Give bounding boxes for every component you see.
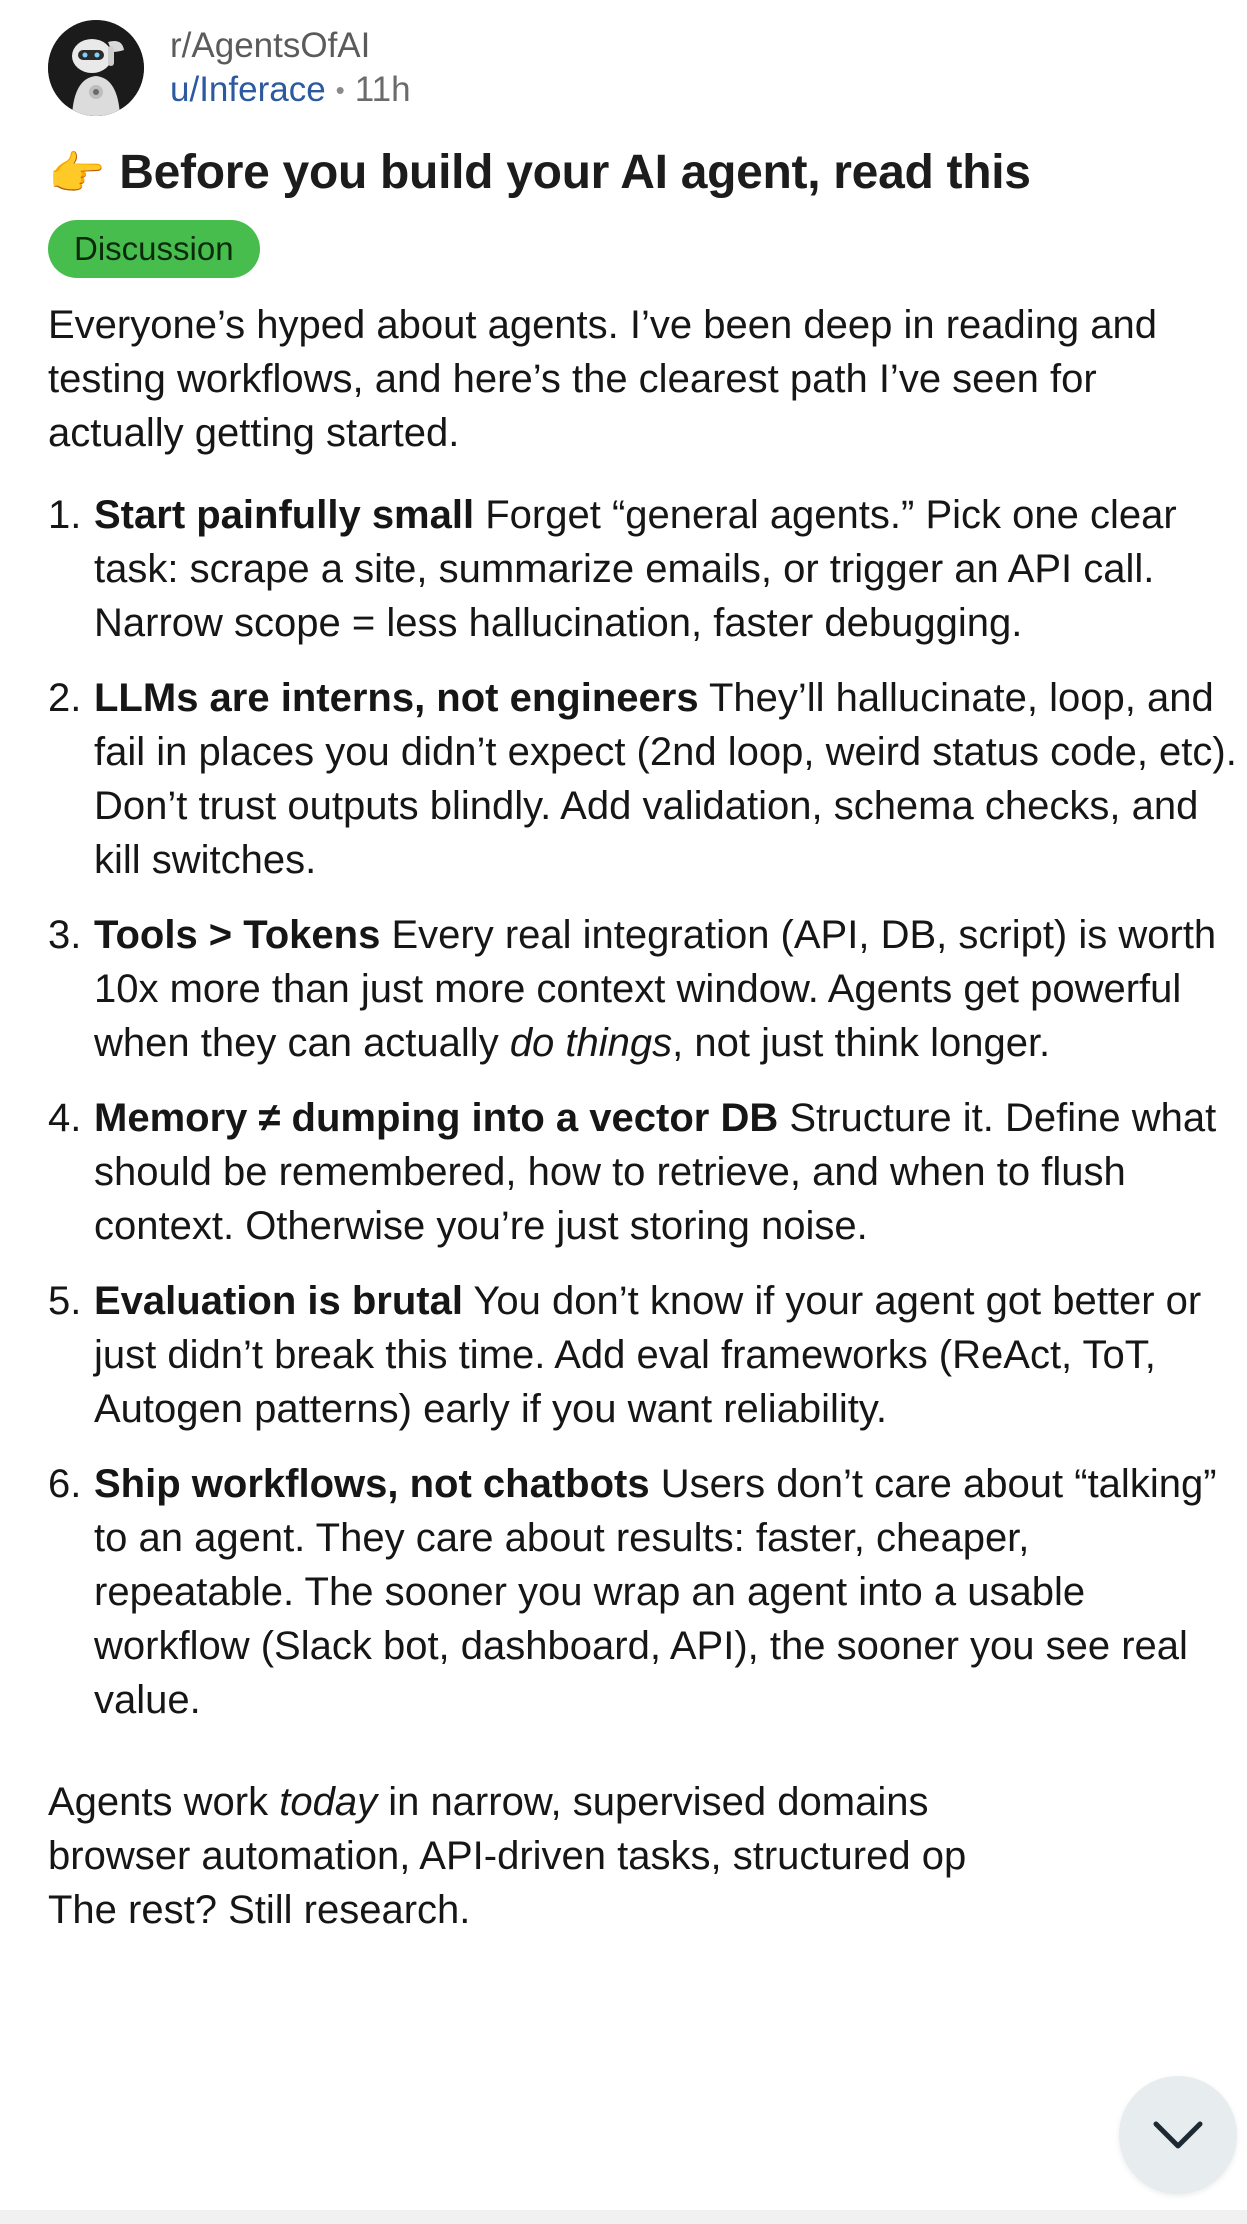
list-item-text-end: , not just think longer. xyxy=(672,1021,1051,1065)
post-title: Before you build your AI agent, read thi… xyxy=(119,146,1031,199)
post-age: 11h xyxy=(354,70,411,109)
subreddit-name[interactable]: r/AgentsOfAI xyxy=(170,24,411,68)
list-item-heading: Start painfully small xyxy=(94,493,475,537)
list-item: 5. Evaluation is brutal You don’t know if… xyxy=(48,1274,1238,1436)
list-item: 4. Memory ≠ dumping into a vector DB Stru… xyxy=(48,1091,1238,1253)
list-item-number: 1. xyxy=(48,493,82,537)
list-item-emphasis: do things xyxy=(509,1021,673,1065)
bottom-bar-edge xyxy=(0,2210,1247,2224)
list-item-heading: Tools > Tokens xyxy=(94,913,381,957)
scroll-down-button[interactable] xyxy=(1119,2076,1237,2194)
post-intro: Everyone’s hyped about agents. I’ve been… xyxy=(48,303,1157,455)
post-meta: r/AgentsOfAI u/Inferace • 11h xyxy=(170,24,411,112)
list-item-number: 6. xyxy=(48,1462,82,1506)
post-outro: Agents work today in narrow, supervised … xyxy=(48,1775,1178,1937)
list-item: 6. Ship workflows, not chatbots Users don… xyxy=(48,1457,1238,1727)
flair-badge[interactable]: Discussion xyxy=(48,220,260,278)
outro-emphasis: today xyxy=(279,1780,378,1824)
list-item-number: 3. xyxy=(48,913,82,957)
outro-line-3: The rest? Still research. xyxy=(48,1888,471,1932)
outro-line-1: Agents work today in narrow, supervised … xyxy=(48,1775,1178,1829)
list-item-heading: LLMs are interns, not engineers xyxy=(94,676,699,720)
author-line: u/Inferace • 11h xyxy=(170,68,411,112)
list-item-number: 4. xyxy=(48,1096,82,1140)
list-item-number: 5. xyxy=(48,1279,82,1323)
post: r/AgentsOfAI u/Inferace • 11h 👉 Before y… xyxy=(48,18,1237,1937)
list-item-heading: Memory ≠ dumping into a vector DB xyxy=(94,1096,779,1140)
author-name[interactable]: u/Inferace xyxy=(170,68,326,112)
post-title-row: 👉 Before you build your AI agent, read t… xyxy=(48,144,1228,202)
meta-separator: • xyxy=(335,75,345,105)
list-item-number: 2. xyxy=(48,676,82,720)
list-item: 2. LLMs are interns, not engineers They’l… xyxy=(48,671,1238,887)
tips-list: 1. Start painfully small Forget “general … xyxy=(48,488,1238,1727)
robot-avatar-icon xyxy=(48,20,144,116)
list-item-heading: Evaluation is brutal xyxy=(94,1279,463,1323)
pointing-hand-icon: 👉 xyxy=(48,147,106,199)
post-header: r/AgentsOfAI u/Inferace • 11h xyxy=(48,18,1228,118)
outro-line-2: browser automation, API-driven tasks, st… xyxy=(48,1834,967,1878)
list-item: 3. Tools > Tokens Every real integration … xyxy=(48,908,1238,1070)
outro-text: Agents work xyxy=(48,1780,280,1824)
list-item: 1. Start painfully small Forget “general … xyxy=(48,488,1238,650)
chevron-down-icon xyxy=(1153,2121,1203,2149)
outro-text-end: in narrow, supervised domains xyxy=(377,1780,929,1824)
list-item-heading: Ship workflows, not chatbots xyxy=(94,1462,650,1506)
subreddit-avatar[interactable] xyxy=(48,20,144,116)
